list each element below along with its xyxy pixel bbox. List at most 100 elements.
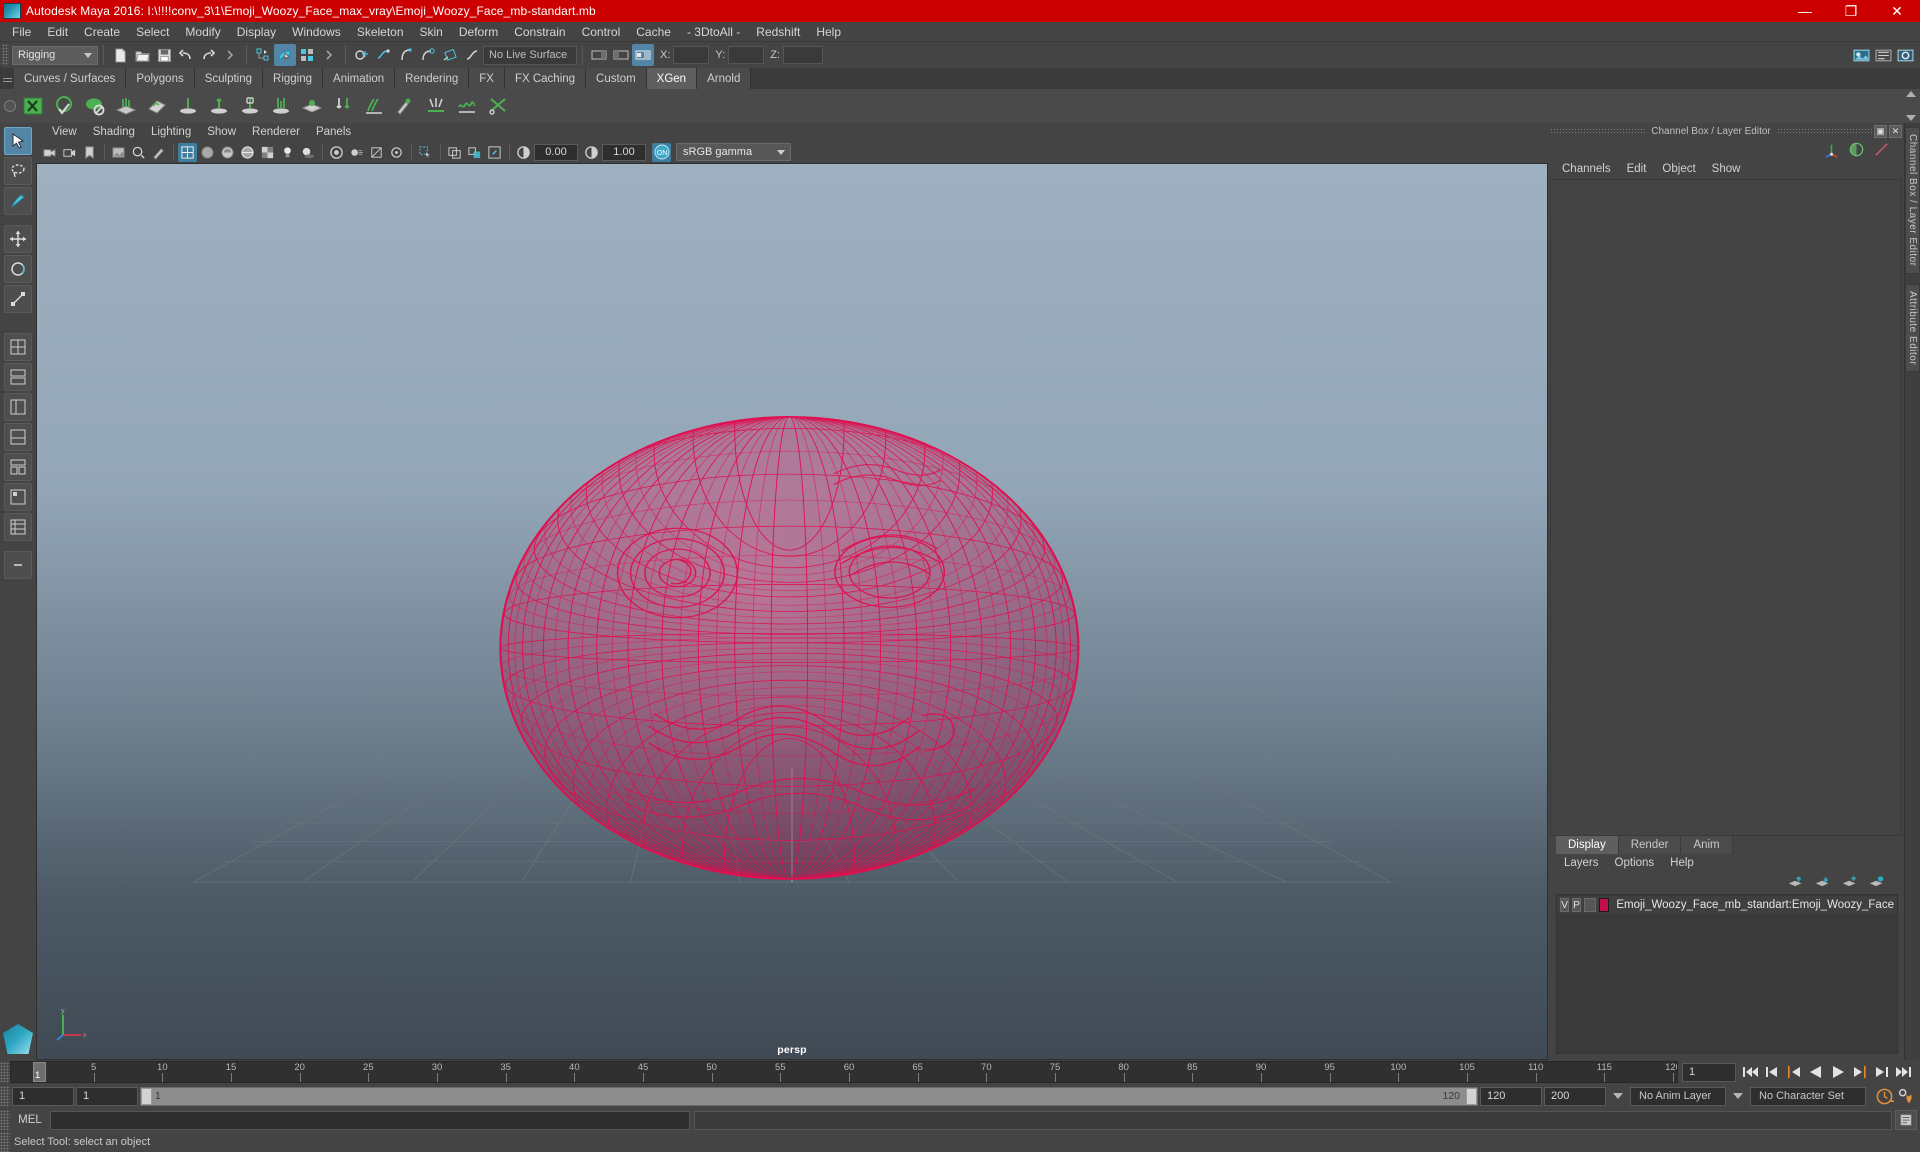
- paint-select-tool-button[interactable]: [4, 187, 32, 215]
- wireframe-shading-icon[interactable]: [178, 142, 197, 162]
- xray-mode-icon[interactable]: [445, 143, 464, 162]
- layout-more-button[interactable]: [4, 513, 32, 541]
- xgen-groom-length-icon[interactable]: [204, 91, 234, 121]
- range-slider-bar[interactable]: 1 120: [140, 1086, 1478, 1106]
- minimize-button[interactable]: —: [1782, 0, 1828, 22]
- snap-to-curve-button[interactable]: [373, 44, 395, 66]
- layout-single-pane-button[interactable]: [4, 333, 32, 361]
- tab-anim-layers[interactable]: Anim: [1681, 836, 1733, 854]
- xgen-groom-mask-icon[interactable]: [235, 91, 265, 121]
- script-editor-button[interactable]: [1895, 1110, 1917, 1130]
- play-backwards-button[interactable]: [1806, 1062, 1826, 1082]
- snap-to-view-planes-button[interactable]: [439, 44, 461, 66]
- shelf-tab-rendering[interactable]: Rendering: [395, 68, 470, 89]
- xgen-editor-icon[interactable]: [18, 91, 48, 121]
- menu-windows[interactable]: Windows: [284, 23, 349, 41]
- xgen-noise-modifier-icon[interactable]: [452, 91, 482, 121]
- image-plane-icon[interactable]: [109, 143, 128, 162]
- xgen-cut-modifier-icon[interactable]: [483, 91, 513, 121]
- menu-modify[interactable]: Modify: [177, 23, 228, 41]
- chevron-down-icon[interactable]: [1613, 1093, 1623, 1099]
- viewport-menu-view[interactable]: View: [44, 125, 85, 139]
- shelf-tab-polygons[interactable]: Polygons: [126, 68, 195, 89]
- motion-blur-icon[interactable]: [347, 143, 366, 162]
- command-language-label[interactable]: MEL: [10, 1114, 50, 1126]
- step-forward-frame-button[interactable]: [1872, 1062, 1892, 1082]
- viewport-menu-shading[interactable]: Shading: [85, 125, 143, 139]
- use-all-lights-icon[interactable]: [278, 143, 297, 162]
- current-time-indicator[interactable]: 1: [33, 1062, 46, 1082]
- two-d-pan-zoom-icon[interactable]: [129, 143, 148, 162]
- playback-end-time-field[interactable]: 120: [1480, 1086, 1542, 1106]
- select-by-hierarchy-button[interactable]: [252, 44, 274, 66]
- menu-deform[interactable]: Deform: [451, 23, 506, 41]
- shelf-tab-arnold[interactable]: Arnold: [697, 68, 752, 89]
- menu-control[interactable]: Control: [574, 23, 629, 41]
- layer-visibility-toggle[interactable]: V: [1560, 898, 1570, 912]
- xgen-add-description-icon[interactable]: [111, 91, 141, 121]
- channel-box-menu-edit[interactable]: Edit: [1619, 161, 1655, 177]
- bookmark-icon[interactable]: [80, 143, 99, 162]
- channel-box-menu-channels[interactable]: Channels: [1554, 161, 1619, 177]
- command-line-gripper[interactable]: [0, 1110, 10, 1130]
- shelf-tab-fx-caching[interactable]: FX Caching: [504, 68, 587, 89]
- panel-drag-dots-left[interactable]: [1550, 127, 1646, 135]
- menu-file[interactable]: File: [4, 23, 39, 41]
- close-panel-button[interactable]: ✕: [1889, 124, 1903, 138]
- side-tab-channel-box[interactable]: Channel Box / Layer Editor: [1905, 127, 1920, 274]
- move-tool-button[interactable]: [4, 225, 32, 253]
- display-layer-list[interactable]: V P Emoji_Woozy_Face_mb_standart:Emoji_W…: [1556, 894, 1898, 1054]
- color-transform-selector[interactable]: sRGB gamma: [676, 143, 791, 161]
- move-layer-up-icon[interactable]: [1787, 875, 1805, 890]
- menu-skin[interactable]: Skin: [412, 23, 451, 41]
- layout-four-view-button[interactable]: [4, 453, 32, 481]
- side-tab-attribute-editor[interactable]: Attribute Editor: [1905, 283, 1920, 372]
- time-slider[interactable]: 1 5 10 15 20 25 30 35 40 45 50 55 60 65 70 75 80 85 90 95 1…: [10, 1061, 1678, 1083]
- shelf-tab-rigging[interactable]: Rigging: [263, 68, 324, 89]
- new-scene-button[interactable]: [109, 44, 131, 66]
- exposure-icon[interactable]: [514, 143, 533, 162]
- depth-of-field-icon[interactable]: [387, 143, 406, 162]
- step-back-frame-button[interactable]: [1762, 1062, 1782, 1082]
- auto-keyframe-toggle-icon[interactable]: [1874, 1086, 1894, 1106]
- shelf-scroll-controls[interactable]: [1906, 91, 1918, 121]
- xgen-import-guides-icon[interactable]: [328, 91, 358, 121]
- xray-joints-icon[interactable]: [465, 143, 484, 162]
- viewport-menu-panels[interactable]: Panels: [308, 125, 359, 139]
- character-set-field[interactable]: No Character Set: [1750, 1086, 1866, 1106]
- layout-two-pane-side-button[interactable]: [4, 363, 32, 391]
- camera-attributes-icon[interactable]: [60, 143, 79, 162]
- select-camera-icon[interactable]: [40, 143, 59, 162]
- time-slider-gripper[interactable]: [0, 1062, 10, 1082]
- ambient-occlusion-icon[interactable]: [327, 143, 346, 162]
- menu-skeleton[interactable]: Skeleton: [349, 23, 412, 41]
- layer-playback-toggle[interactable]: P: [1572, 898, 1582, 912]
- step-back-key-button[interactable]: [1784, 1062, 1804, 1082]
- animation-start-time-field[interactable]: 1: [12, 1086, 74, 1106]
- tab-display-layers[interactable]: Display: [1556, 836, 1619, 854]
- coord-y-field[interactable]: [728, 46, 765, 64]
- playback-start-time-field[interactable]: 1: [76, 1086, 138, 1106]
- select-by-object-type-button[interactable]: [274, 44, 296, 66]
- xgen-export-patches-icon[interactable]: [142, 91, 172, 121]
- smooth-shade-all-icon[interactable]: [218, 143, 237, 162]
- shadows-icon[interactable]: [298, 143, 317, 162]
- collapse-toolbox-button[interactable]: [4, 551, 32, 579]
- layer-row[interactable]: V P Emoji_Woozy_Face_mb_standart:Emoji_W…: [1557, 896, 1897, 914]
- shade-wireframe-icon[interactable]: [238, 143, 257, 162]
- chevron-down-icon[interactable]: [1733, 1093, 1743, 1099]
- layer-menu-layers[interactable]: Layers: [1556, 855, 1607, 871]
- xgen-guide-tool-icon[interactable]: [359, 91, 389, 121]
- render-view-icon[interactable]: [1850, 44, 1872, 66]
- show-hide-channel-box-button[interactable]: [632, 44, 654, 66]
- layer-color-swatch[interactable]: [1599, 898, 1610, 912]
- snap-to-grid-button[interactable]: [351, 44, 373, 66]
- go-to-start-button[interactable]: [1740, 1062, 1760, 1082]
- grease-pencil-icon[interactable]: [149, 143, 168, 162]
- more-select-masks-button[interactable]: [318, 44, 340, 66]
- add-new-layer-icon[interactable]: [1841, 875, 1859, 890]
- xgen-groom-part-icon[interactable]: [266, 91, 296, 121]
- tab-render-layers[interactable]: Render: [1618, 836, 1682, 854]
- layout-persp-hypershade-button[interactable]: [4, 483, 32, 511]
- menu-set-selector[interactable]: Rigging: [12, 45, 98, 65]
